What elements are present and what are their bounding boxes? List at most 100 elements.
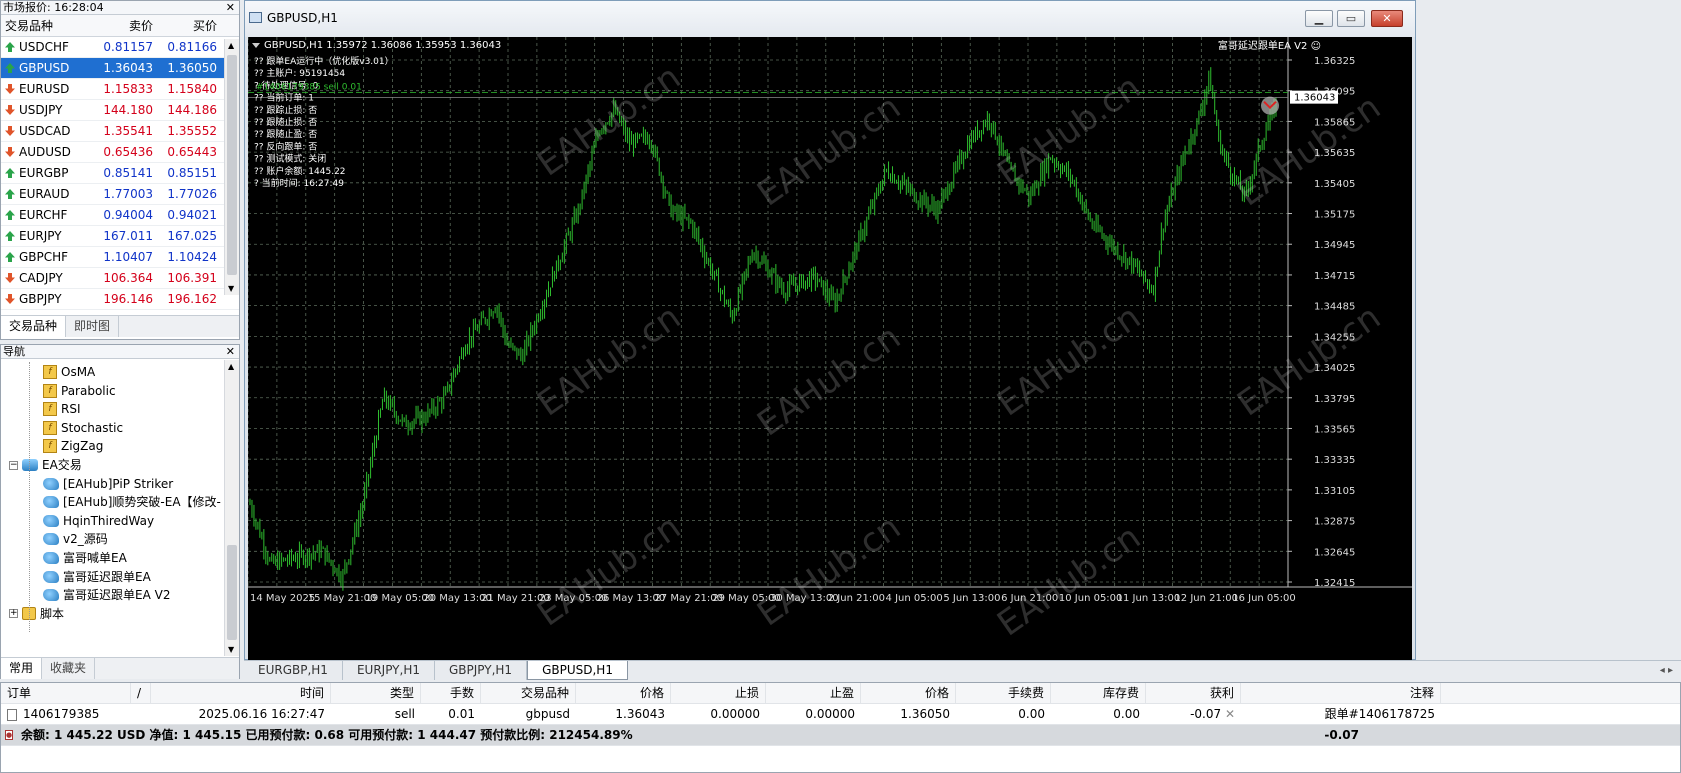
terminal-col-header[interactable]: 类型 xyxy=(331,683,421,703)
maximize-button[interactable]: ▭ xyxy=(1337,10,1365,27)
bid-cell: 1.35541 xyxy=(103,124,153,138)
navigator-item[interactable]: HqinThiredWay xyxy=(43,511,154,531)
symbol-cell: GBPCHF xyxy=(1,247,95,267)
navigator-tabs: 常用 收藏夹 xyxy=(1,657,239,679)
scroll-down-icon[interactable]: ▼ xyxy=(228,645,234,654)
navigator-item[interactable]: [EAHub]PiP Striker xyxy=(43,474,173,494)
market-watch-row[interactable]: EURJPY 167.011 167.025 xyxy=(1,226,239,247)
order-ticket-cell: 1406179385 xyxy=(1,704,131,724)
market-watch-row[interactable]: USDCHF 0.81157 0.81166 xyxy=(1,37,239,58)
scroll-thumb[interactable] xyxy=(227,545,237,640)
navigator-item[interactable]: v2_源码 xyxy=(43,529,108,549)
market-watch-row[interactable]: GBPUSD 1.36043 1.36050 xyxy=(1,58,239,79)
close-icon[interactable]: ✕ xyxy=(226,1,235,14)
terminal-col-header[interactable]: 价格 xyxy=(861,683,956,703)
navigator-item[interactable]: 富哥喊单EA xyxy=(43,548,127,568)
terminal-col-header[interactable]: 价格 xyxy=(576,683,671,703)
expand-icon[interactable]: + xyxy=(9,609,18,619)
order-row[interactable]: 1406179385 2025.06.16 16:27:47 sell 0.01 gbp… xyxy=(1,704,1680,725)
ea-icon xyxy=(43,589,59,602)
minimize-button[interactable]: ▁ xyxy=(1305,10,1333,27)
terminal-orders: 1406179385 2025.06.16 16:27:47 sell 0.01 gbp… xyxy=(1,704,1680,725)
market-watch-scrollbar[interactable]: ▲ ▼ xyxy=(224,39,239,295)
chart-window-titlebar[interactable]: GBPUSD,H1 ▁ ▭ ✕ xyxy=(245,1,1415,37)
navigator-item[interactable]: [EAHub]顺势突破-EA【修改- xyxy=(43,492,221,512)
col-bid-header[interactable]: 卖价 xyxy=(95,15,157,36)
tab-common[interactable]: 常用 xyxy=(1,658,43,679)
chart-tab[interactable]: EURJPY,H1 xyxy=(343,661,435,680)
ask-cell: 0.81166 xyxy=(167,40,217,54)
col-symbol-header[interactable]: 交易品种 xyxy=(1,15,95,36)
chart-tab[interactable]: EURGBP,H1 xyxy=(244,661,343,680)
navigator-item-label: [EAHub]PiP Striker xyxy=(63,476,174,491)
terminal-col-header[interactable]: 注释 xyxy=(1241,683,1441,703)
market-watch-row[interactable]: EURCHF 0.94004 0.94021 xyxy=(1,205,239,226)
x-tick-label: 12 Jun 21:00 xyxy=(1174,593,1238,604)
navigator-item[interactable]: f Stochastic xyxy=(43,418,123,438)
navigator-item[interactable]: f OsMA xyxy=(43,362,95,382)
terminal-col-header[interactable]: 手续费 xyxy=(956,683,1051,703)
close-icon[interactable]: ✕ xyxy=(226,345,235,358)
arrow-down-icon xyxy=(5,84,15,94)
tab-tick-chart[interactable]: 即时图 xyxy=(66,316,120,337)
symbol-label: EURAUD xyxy=(19,186,70,201)
terminal-header-row: 订单 / 时间 类型 手数 交易品种 价格 止损 止盈 价格 手续费 库存费 获利 注释 xyxy=(1,683,1680,704)
navigator-item[interactable]: f ZigZag xyxy=(43,436,103,456)
navigator-item[interactable]: + 脚本 xyxy=(9,604,64,624)
ask-cell: 1.77026 xyxy=(167,187,217,201)
market-watch-row[interactable]: USDJPY 144.180 144.186 xyxy=(1,100,239,121)
terminal-col-header[interactable]: 订单 xyxy=(1,683,131,703)
tab-scroll-icon[interactable]: ◂ ▸ xyxy=(1652,661,1681,680)
tab-symbols[interactable]: 交易品种 xyxy=(1,316,67,337)
terminal-col-header[interactable]: 库存费 xyxy=(1051,683,1146,703)
ea-info-line: ?? 跟随止盈: 否 xyxy=(254,128,317,140)
arrow-up-icon xyxy=(5,168,15,178)
scroll-up-icon[interactable]: ▲ xyxy=(228,41,234,50)
navigator-item[interactable]: 富哥延迟跟单EA xyxy=(43,567,151,587)
order-open_price-cell: 1.36043 xyxy=(615,707,665,721)
navigator-item[interactable]: 富哥延迟跟单EA V2 xyxy=(43,585,170,605)
market-watch-row[interactable]: GBPCHF 1.10407 1.10424 xyxy=(1,247,239,268)
navigator-scrollbar[interactable]: ▲ ▼ xyxy=(224,360,239,656)
market-watch-row[interactable]: EURUSD 1.15833 1.15840 xyxy=(1,79,239,100)
ea-icon xyxy=(43,514,59,527)
market-watch-row[interactable]: GBPJPY 196.146 196.162 xyxy=(1,289,239,310)
scroll-down-icon[interactable]: ▼ xyxy=(228,284,234,293)
order-line-label: #1406179385 sell 0.01 xyxy=(256,83,362,93)
symbol-cell: EURJPY xyxy=(1,226,95,246)
navigator-item[interactable]: f RSI xyxy=(43,399,81,419)
market-watch-row[interactable]: CADJPY 106.364 106.391 xyxy=(1,268,239,289)
chart-window: GBPUSD,H1 ▁ ▭ ✕ 1.363251.360951.358651.3… xyxy=(244,0,1416,661)
chart-window-title: GBPUSD,H1 xyxy=(267,11,338,25)
navigator-item-label: RSI xyxy=(61,402,81,417)
terminal-col-header[interactable]: 手数 xyxy=(421,683,481,703)
price-chart[interactable]: 1.363251.360951.358651.356351.354051.351… xyxy=(248,37,1412,661)
close-button[interactable]: ✕ xyxy=(1371,10,1403,27)
terminal-col-header[interactable]: 交易品种 xyxy=(481,683,576,703)
tab-favorites[interactable]: 收藏夹 xyxy=(42,658,96,679)
navigator-item-label: HqinThiredWay xyxy=(63,513,155,528)
market-watch-row[interactable]: EURGBP 0.85141 0.85151 xyxy=(1,163,239,184)
navigator-item[interactable]: − EA交易 xyxy=(9,455,82,475)
terminal-col-header[interactable]: 止盈 xyxy=(766,683,861,703)
terminal-col-header[interactable]: 止损 xyxy=(671,683,766,703)
close-order-icon[interactable]: ✕ xyxy=(1221,707,1235,721)
bid-cell: 1.15833 xyxy=(103,82,153,96)
terminal-col-header[interactable]: 获利 xyxy=(1146,683,1241,703)
terminal-col-header[interactable]: / xyxy=(131,683,151,703)
navigator-item[interactable]: f Parabolic xyxy=(43,381,116,401)
terminal-col-header[interactable]: 时间 xyxy=(151,683,331,703)
market-watch-row[interactable]: USDCAD 1.35541 1.35552 xyxy=(1,121,239,142)
collapse-icon[interactable]: − xyxy=(9,460,18,470)
col-ask-header[interactable]: 买价 xyxy=(157,15,221,36)
market-watch-row[interactable]: AUDUSD 0.65436 0.65443 xyxy=(1,142,239,163)
navigator-item-label: ZigZag xyxy=(61,439,104,454)
terminal-panel: 订单 / 时间 类型 手数 交易品种 价格 止损 止盈 价格 手续费 库存费 获利 注释 14061793… xyxy=(0,682,1681,773)
ea-info-line: ?? 账户余额: 1445.22 xyxy=(254,165,346,177)
scroll-up-icon[interactable]: ▲ xyxy=(228,362,234,371)
chart-tab[interactable]: GBPUSD,H1 xyxy=(527,661,628,680)
scroll-thumb[interactable] xyxy=(227,55,237,275)
market-watch-row[interactable]: EURAUD 1.77003 1.77026 xyxy=(1,184,239,205)
chart-tab[interactable]: GBPJPY,H1 xyxy=(435,661,528,680)
indicator-icon: f xyxy=(43,365,57,379)
